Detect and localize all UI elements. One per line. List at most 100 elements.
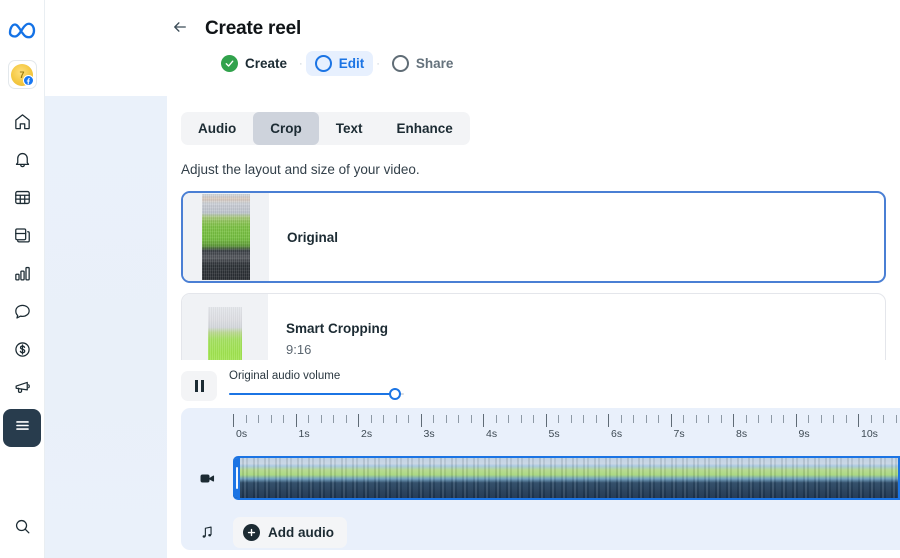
ruler-tick-minor — [433, 415, 434, 423]
ruler-tick-minor — [845, 415, 847, 423]
circle-outline-icon — [314, 55, 332, 72]
back-button[interactable] — [167, 16, 193, 42]
meta-logo-icon[interactable] — [6, 16, 38, 42]
tab-enhance[interactable]: Enhance — [380, 112, 470, 145]
sidebar-item-pages[interactable] — [3, 219, 41, 257]
crop-option-original[interactable]: Original — [181, 191, 886, 283]
ruler-tick-label: 1s — [298, 428, 310, 440]
ruler-tick-minor — [308, 415, 309, 423]
sidebar-item-messages[interactable] — [3, 295, 41, 333]
ruler-tick-minor — [495, 415, 497, 423]
rail-icon-list — [3, 105, 41, 447]
step-edit[interactable]: Edit — [305, 51, 374, 76]
ruler-tick-label: 10s — [861, 428, 878, 440]
ruler-tick-minor — [883, 415, 884, 423]
ruler-tick-minor — [595, 415, 597, 423]
ruler-tick-minor — [870, 415, 872, 423]
audio-volume-bar: Original audio volume — [167, 370, 900, 401]
step-create[interactable]: Create — [212, 51, 296, 76]
plus-circle-icon — [243, 523, 260, 541]
ruler-tick-minor — [720, 415, 722, 423]
video-track-row — [181, 452, 900, 504]
step-separator: · — [376, 57, 380, 70]
circle-outline-icon — [391, 55, 409, 72]
megaphone-icon — [13, 378, 32, 402]
ruler-tick-minor — [745, 415, 747, 423]
ruler-tick-label: 0s — [236, 428, 248, 440]
step-edit-label: Edit — [338, 56, 365, 71]
ruler-tick-minor — [770, 415, 772, 423]
home-icon — [13, 112, 32, 136]
step-indicator: Create · Edit · Share — [45, 51, 900, 76]
volume-slider[interactable] — [229, 387, 404, 401]
timeline-ruler[interactable]: 0s 1s 2s 3s 4s 5s 6s 7s 8s 9s 10s — [233, 414, 900, 446]
ruler-tick-minor — [758, 415, 759, 423]
crop-option-title: Original — [287, 229, 339, 245]
avatar[interactable]: 7 — [7, 60, 37, 89]
ruler-tick-minor — [445, 415, 447, 423]
ruler-tick-minor — [508, 415, 509, 423]
editor-tabs: Audio Crop Text Enhance — [181, 112, 470, 145]
side-gutter — [45, 96, 167, 558]
pause-button[interactable] — [181, 370, 217, 401]
video-clip[interactable] — [233, 456, 900, 500]
ruler-tick-label: 8s — [736, 428, 748, 440]
ruler-tick-minor — [370, 415, 372, 423]
sidebar-item-all-tools[interactable] — [3, 409, 41, 447]
ruler-tick-minor — [583, 415, 584, 423]
sidebar-item-table[interactable] — [3, 181, 41, 219]
ruler-tick-minor — [645, 415, 647, 423]
pause-icon — [200, 379, 204, 392]
dollar-circle-icon — [13, 340, 32, 364]
sidebar-item-home[interactable] — [3, 105, 41, 143]
search-icon — [13, 517, 32, 541]
crop-options-list: Original Smart Cropping 9:16 — [181, 191, 886, 385]
tab-crop[interactable]: Crop — [253, 112, 319, 145]
ruler-tick-minor — [558, 415, 559, 423]
ruler-tick-minor — [258, 415, 259, 423]
ruler-tick-label: 2s — [361, 428, 373, 440]
crop-option-ratio: 9:16 — [286, 342, 312, 357]
audio-track-row: Add audio — [181, 512, 900, 550]
ruler-tick-minor — [633, 415, 634, 423]
pause-icon — [194, 379, 198, 392]
ruler-tick-minor — [283, 415, 284, 423]
ruler-tick-minor — [708, 415, 709, 423]
timeline-dock: Original audio volume 0s 1s 2s 3s 4s 5s 6s 7s 8s… — [167, 360, 900, 558]
ruler-tick-major — [483, 414, 484, 427]
ruler-tick-minor — [620, 415, 622, 423]
sidebar-item-search[interactable] — [3, 510, 41, 548]
ruler-tick-major — [545, 414, 547, 427]
ruler-tick-minor — [570, 415, 572, 423]
crop-option-text: Smart Cropping 9:16 — [268, 321, 388, 357]
sidebar-item-ads[interactable] — [3, 371, 41, 409]
ruler-tick-label: 6s — [611, 428, 623, 440]
sidebar-item-notifications[interactable] — [3, 143, 41, 181]
clip-trim-handle-left[interactable] — [233, 458, 240, 498]
ruler-tick-minor — [408, 415, 409, 423]
tab-audio[interactable]: Audio — [181, 112, 253, 145]
tab-text[interactable]: Text — [319, 112, 380, 145]
stadium-image — [202, 194, 250, 280]
slider-knob[interactable] — [389, 388, 402, 400]
ruler-tick-major — [233, 414, 234, 427]
page-header: Create reel Create · Edit · Share — [45, 0, 900, 96]
ruler-tick-minor — [658, 415, 659, 423]
sidebar-item-insights[interactable] — [3, 257, 41, 295]
ruler-tick-major — [295, 414, 297, 427]
ruler-tick-major — [670, 414, 672, 427]
sidebar-item-monetization[interactable] — [3, 333, 41, 371]
left-nav-rail: 7 — [0, 0, 45, 558]
ruler-tick-minor — [245, 415, 247, 423]
table-icon — [13, 188, 32, 212]
step-share[interactable]: Share — [383, 51, 463, 76]
ruler-tick-minor — [345, 415, 347, 423]
volume-control: Original audio volume — [229, 370, 404, 401]
ruler-tick-minor — [320, 415, 322, 423]
ruler-tick-minor — [458, 415, 459, 423]
add-audio-button[interactable]: Add audio — [233, 516, 347, 548]
video-camera-icon — [181, 470, 233, 487]
ruler-tick-minor — [333, 415, 334, 423]
ruler-tick-minor — [820, 415, 822, 423]
video-filmstrip — [233, 458, 898, 498]
